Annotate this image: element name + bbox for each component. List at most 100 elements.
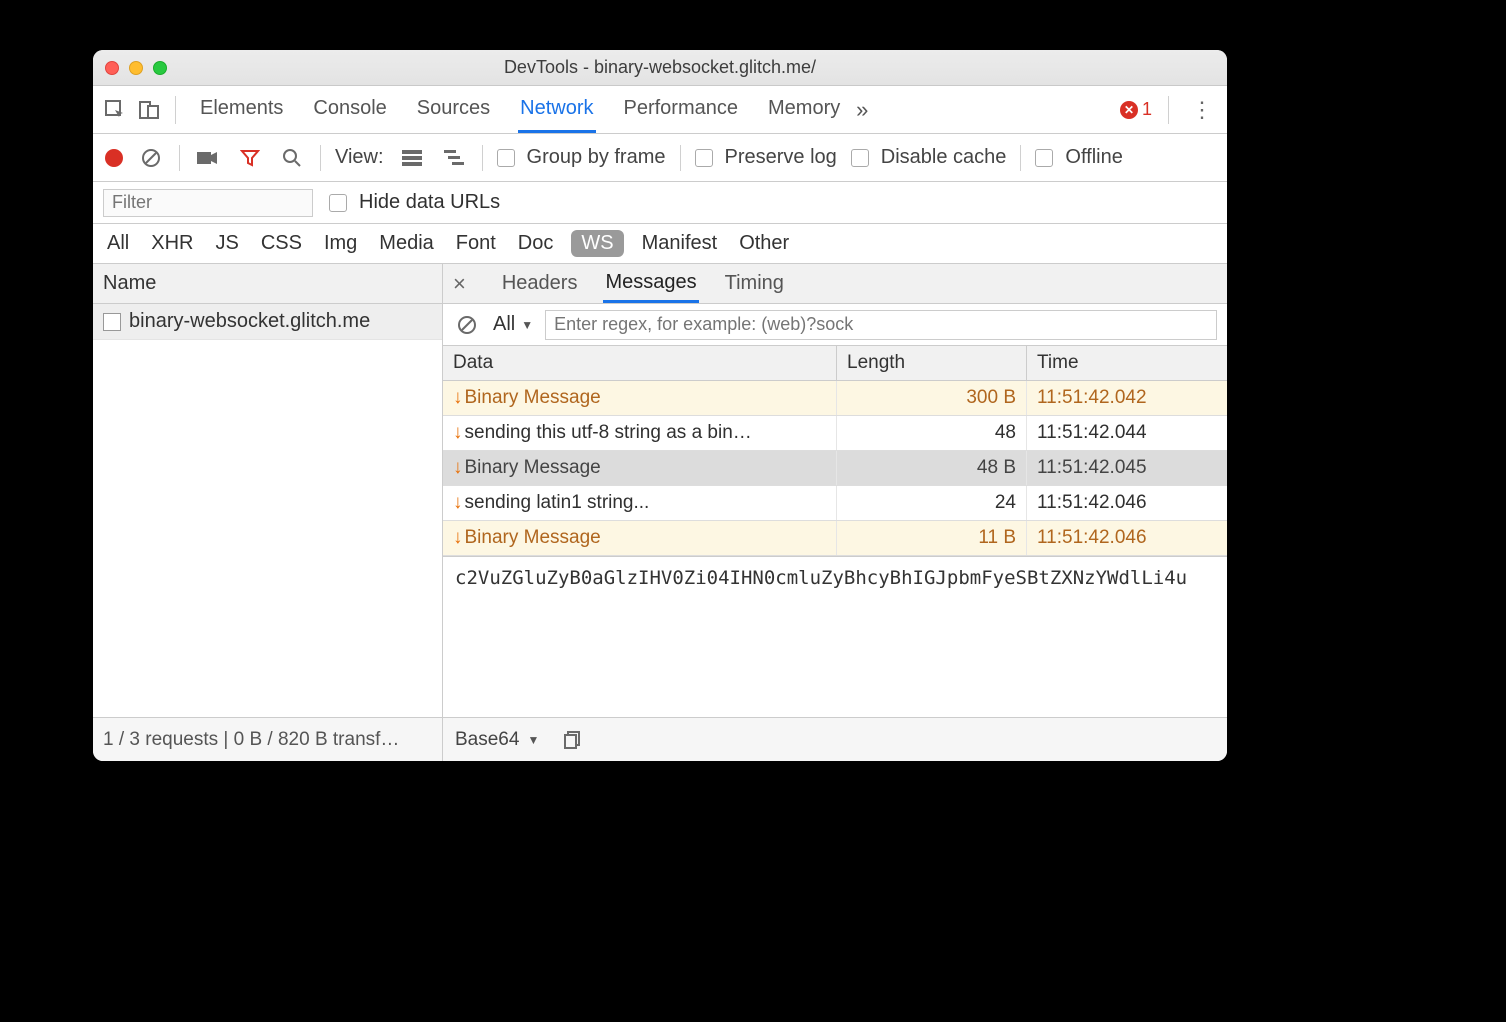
request-row[interactable]: binary-websocket.glitch.me xyxy=(93,304,442,340)
type-filter-other[interactable]: Other xyxy=(735,230,793,257)
chevron-down-icon: ▼ xyxy=(527,733,539,747)
detail-tab-timing[interactable]: Timing xyxy=(723,266,786,301)
message-row[interactable]: ↓Binary Message11 B11:51:42.046 xyxy=(443,521,1227,556)
maximize-window-button[interactable] xyxy=(153,61,167,75)
camera-icon[interactable] xyxy=(194,144,222,172)
incoming-arrow-icon: ↓ xyxy=(453,387,463,408)
titlebar: DevTools - binary-websocket.glitch.me/ xyxy=(93,50,1227,86)
offline-checkbox[interactable]: Offline xyxy=(1035,146,1122,169)
encoding-select[interactable]: Base64 ▼ xyxy=(455,729,539,751)
message-time: 11:51:42.046 xyxy=(1027,521,1227,555)
close-window-button[interactable] xyxy=(105,61,119,75)
large-rows-icon[interactable] xyxy=(398,144,426,172)
main-tabbar: Elements Console Sources Network Performance… xyxy=(93,86,1227,134)
tab-elements[interactable]: Elements xyxy=(198,87,285,133)
message-length: 48 B xyxy=(837,451,1027,485)
minimize-window-button[interactable] xyxy=(129,61,143,75)
message-row[interactable]: ↓sending latin1 string...2411:51:42.046 xyxy=(443,486,1227,521)
hide-data-urls-checkbox[interactable]: Hide data URLs xyxy=(329,191,500,214)
waterfall-icon[interactable] xyxy=(440,144,468,172)
type-filter-ws[interactable]: WS xyxy=(571,230,623,257)
preserve-log-checkbox[interactable]: Preserve log xyxy=(695,146,837,169)
incoming-arrow-icon: ↓ xyxy=(453,457,463,478)
message-time: 11:51:42.044 xyxy=(1027,416,1227,450)
tab-performance[interactable]: Performance xyxy=(622,87,741,133)
type-filter-js[interactable]: JS xyxy=(211,230,242,257)
chevron-down-icon: ▼ xyxy=(521,318,533,332)
type-filter-css[interactable]: CSS xyxy=(257,230,306,257)
message-time: 11:51:42.042 xyxy=(1027,381,1227,415)
column-header[interactable]: Data xyxy=(443,346,837,380)
separator xyxy=(680,145,681,171)
separator xyxy=(179,145,180,171)
message-length: 300 B xyxy=(837,381,1027,415)
network-toolbar: View: Group by frame Preserve log Disabl… xyxy=(93,134,1227,182)
incoming-arrow-icon: ↓ xyxy=(453,527,463,548)
main-content: Name binary-websocket.glitch.me × Header… xyxy=(93,264,1227,717)
separator xyxy=(482,145,483,171)
separator xyxy=(1168,96,1169,124)
message-data: ↓Binary Message xyxy=(443,521,837,555)
record-button[interactable] xyxy=(105,149,123,167)
message-row[interactable]: ↓Binary Message48 B11:51:42.045 xyxy=(443,451,1227,486)
requests-summary: 1 / 3 requests | 0 B / 820 B transf… xyxy=(93,718,443,761)
panel-tabs: Elements Console Sources Network Performance… xyxy=(198,87,842,133)
filter-input[interactable] xyxy=(103,189,313,217)
copy-icon[interactable] xyxy=(559,726,587,754)
file-icon xyxy=(103,313,121,331)
detail-tab-messages[interactable]: Messages xyxy=(603,265,698,303)
type-filter-all[interactable]: All xyxy=(103,230,133,257)
disable-cache-checkbox[interactable]: Disable cache xyxy=(851,146,1007,169)
group-by-frame-checkbox[interactable]: Group by frame xyxy=(497,146,666,169)
column-header[interactable]: Time xyxy=(1027,346,1227,380)
window-controls xyxy=(105,61,167,75)
status-bar: 1 / 3 requests | 0 B / 820 B transf… Bas… xyxy=(93,717,1227,761)
requests-header: Name xyxy=(93,264,442,304)
type-filter-img[interactable]: Img xyxy=(320,230,361,257)
device-toolbar-icon[interactable] xyxy=(135,96,163,124)
separator xyxy=(175,96,176,124)
messages-table: DataLengthTime ↓Binary Message300 B11:51… xyxy=(443,346,1227,557)
incoming-arrow-icon: ↓ xyxy=(453,422,463,443)
tab-network[interactable]: Network xyxy=(518,87,595,133)
messages-table-header: DataLengthTime xyxy=(443,346,1227,381)
message-data: ↓sending this utf-8 string as a bin… xyxy=(443,416,837,450)
view-label: View: xyxy=(335,146,384,169)
message-data: ↓Binary Message xyxy=(443,451,837,485)
message-data: ↓sending latin1 string... xyxy=(443,486,837,520)
error-count-badge[interactable]: ✕ 1 xyxy=(1120,99,1152,120)
inspect-element-icon[interactable] xyxy=(101,96,129,124)
message-payload: c2VuZGluZyB0aGlzIHV0Zi04IHN0cmluZyBhcyBh… xyxy=(443,557,1227,717)
filter-bar: Hide data URLs xyxy=(93,182,1227,224)
type-filter-bar: All XHR JS CSS Img Media Font Doc WS Manifest Othe… xyxy=(93,224,1227,264)
type-filter-font[interactable]: Font xyxy=(452,230,500,257)
type-filter-xhr[interactable]: XHR xyxy=(147,230,197,257)
tab-sources[interactable]: Sources xyxy=(415,87,492,133)
filter-icon[interactable] xyxy=(236,144,264,172)
tab-console[interactable]: Console xyxy=(311,87,388,133)
search-icon[interactable] xyxy=(278,144,306,172)
message-length: 24 xyxy=(837,486,1027,520)
tab-memory[interactable]: Memory xyxy=(766,87,842,133)
message-time: 11:51:42.046 xyxy=(1027,486,1227,520)
close-detail-button[interactable]: × xyxy=(453,271,476,297)
type-filter-media[interactable]: Media xyxy=(375,230,437,257)
detail-pane: × Headers Messages Timing All ▼ DataLength… xyxy=(443,264,1227,717)
detail-tab-headers[interactable]: Headers xyxy=(500,266,580,301)
message-length: 11 B xyxy=(837,521,1027,555)
separator xyxy=(1020,145,1021,171)
error-count: 1 xyxy=(1142,99,1152,120)
type-filter-manifest[interactable]: Manifest xyxy=(638,230,722,257)
message-row[interactable]: ↓sending this utf-8 string as a bin…4811… xyxy=(443,416,1227,451)
type-filter-doc[interactable]: Doc xyxy=(514,230,558,257)
clear-messages-icon[interactable] xyxy=(453,311,481,339)
column-header[interactable]: Length xyxy=(837,346,1027,380)
message-type-filter[interactable]: All ▼ xyxy=(493,313,533,336)
more-panels-button[interactable]: » xyxy=(848,96,876,124)
settings-menu-button[interactable]: ⋮ xyxy=(1185,97,1219,123)
error-icon: ✕ xyxy=(1120,101,1138,119)
message-regex-input[interactable] xyxy=(545,310,1217,340)
message-row[interactable]: ↓Binary Message300 B11:51:42.042 xyxy=(443,381,1227,416)
message-time: 11:51:42.045 xyxy=(1027,451,1227,485)
clear-icon[interactable] xyxy=(137,144,165,172)
